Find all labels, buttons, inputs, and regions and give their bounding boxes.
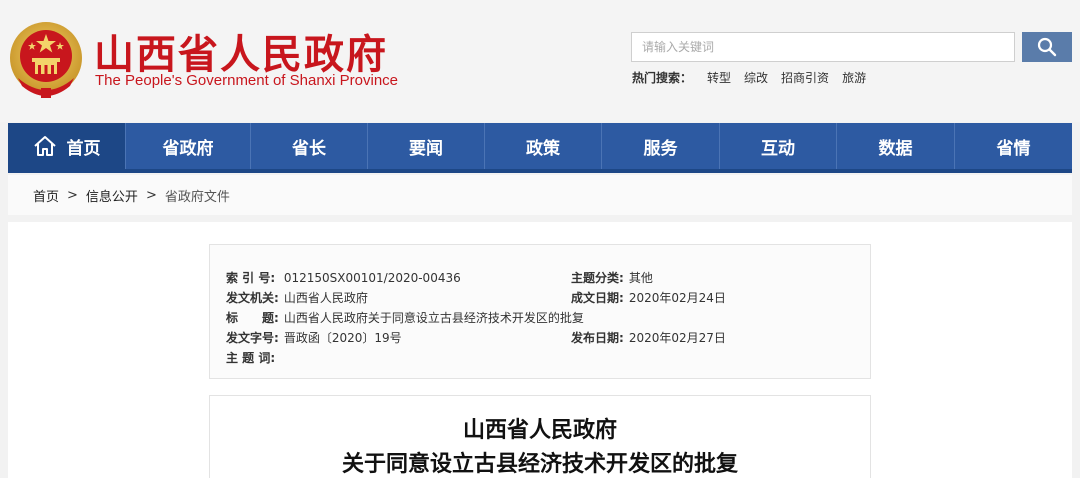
meta-label: 发文机关: [226,291,279,305]
search-button[interactable] [1022,32,1072,62]
meta-value: 山西省人民政府关于同意设立古县经济技术开发区的批复 [283,311,584,325]
main-nav: 首页 省政府 省长 要闻 政策 服务 互动 数据 省情 [8,123,1072,173]
nav-item-data[interactable]: 数据 [837,123,955,169]
breadcrumb-separator: > [67,187,78,203]
nav-item-governor[interactable]: 省长 [251,123,368,169]
nav-item-policy[interactable]: 政策 [485,123,602,169]
nav-item-interaction[interactable]: 互动 [720,123,837,169]
document-title-line1: 山西省人民政府 [462,418,617,443]
nav-item-province-info[interactable]: 省情 [955,123,1072,169]
breadcrumb-home[interactable]: 首页 [33,186,59,205]
site-subtitle: The People's Government of Shanxi Provin… [95,72,399,89]
document-body: 山西省人民政府 关于同意设立古县经济技术开发区的批复 [209,395,871,478]
search-input[interactable] [631,32,1015,62]
meta-row-title: 标 题: 山西省人民政府关于同意设立古县经济技术开发区的批复 [226,309,584,326]
meta-value: 其他 [628,271,653,285]
meta-label: 发文字号: [226,331,279,345]
nav-item-services[interactable]: 服务 [602,123,720,169]
breadcrumb-info-public[interactable]: 信息公开 [86,186,138,205]
meta-row-created: 成文日期: 2020年02月24日 [571,289,726,306]
nav-item-home[interactable]: 首页 [8,123,126,169]
meta-row-keywords: 主 题 词: [226,349,280,366]
document-title-line2: 关于同意设立古县经济技术开发区的批复 [341,452,738,477]
meta-label: 主题分类: [571,271,624,285]
hot-link[interactable]: 旅游 [842,69,866,86]
document-meta-box: 索 引 号: 012150SX00101/2020-00436 主题分类: 其他… [209,244,871,379]
meta-label: 标 题: [226,311,279,325]
meta-value: 晋政函〔2020〕19号 [283,331,402,345]
nav-item-government[interactable]: 省政府 [126,123,251,169]
breadcrumb-current: 省政府文件 [164,189,230,205]
hot-search: 热门搜索： 转型 综改 招商引资 旅游 [632,69,866,86]
nav-item-label: 首页 [66,138,101,159]
meta-value: 山西省人民政府 [283,291,368,305]
meta-label: 成文日期: [571,291,624,305]
nav-item-news[interactable]: 要闻 [368,123,485,169]
meta-row-published: 发布日期: 2020年02月27日 [571,329,726,346]
hot-link[interactable]: 招商引资 [781,69,829,86]
meta-row-index: 索 引 号: 012150SX00101/2020-00436 [226,269,461,286]
meta-row-issuer: 发文机关: 山西省人民政府 [226,289,368,306]
meta-label: 发布日期: [571,331,624,345]
hot-link[interactable]: 综改 [744,69,768,86]
content-area: 索 引 号: 012150SX00101/2020-00436 主题分类: 其他… [8,222,1072,478]
home-icon [33,135,57,157]
meta-value: 2020年02月27日 [628,331,726,345]
hot-link[interactable]: 转型 [707,69,731,86]
meta-row-docno: 发文字号: 晋政函〔2020〕19号 [226,329,402,346]
hot-search-label: 热门搜索： [632,71,693,85]
meta-value: 012150SX00101/2020-00436 [283,271,461,285]
meta-label: 主 题 词: [226,351,276,365]
site-header: 山西省人民政府 The People's Government of Shanx… [0,0,1080,122]
breadcrumb-separator: > [145,187,157,203]
breadcrumb: 首页 > 信息公开 > 省政府文件 [8,175,1072,215]
meta-label: 索 引 号: [226,271,276,285]
meta-value: 2020年02月24日 [628,291,726,305]
search-icon [1037,37,1057,57]
meta-row-topic: 主题分类: 其他 [571,269,653,286]
national-emblem-icon[interactable] [8,20,84,100]
